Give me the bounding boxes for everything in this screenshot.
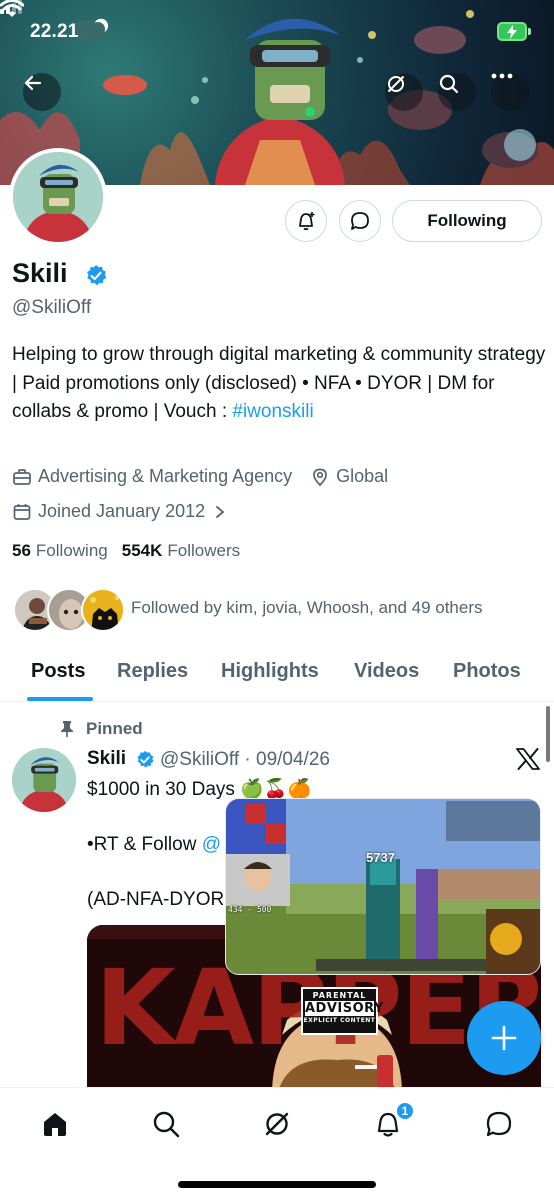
status-bar: 22.21 <box>0 0 554 62</box>
notification-badge: 1 <box>395 1101 415 1121</box>
profile-meta-row: Advertising & Marketing Agency Global <box>12 466 388 487</box>
search-icon <box>153 1111 180 1138</box>
briefcase-icon <box>13 468 31 485</box>
parental-advisory-label: PARENTAL ADVISORY EXPLICIT CONTENT <box>301 987 384 1035</box>
advisory-bottom-text: EXPLICIT CONTENT <box>303 1017 376 1024</box>
advisory-mid-text: ADVISORY <box>305 1001 384 1016</box>
post-handle-date: @SkiliOff · 09/04/26 <box>160 749 330 770</box>
profile-joined: Joined January 2012 <box>38 501 206 521</box>
nav-home[interactable] <box>35 1104 75 1144</box>
joined-row: Joined January 2012 <box>12 501 233 522</box>
verified-badge-icon[interactable] <box>84 264 108 288</box>
profile-category: Advertising & Marketing Agency <box>38 466 293 486</box>
video-score: 434 - 500 <box>228 905 272 914</box>
grok-icon <box>265 1112 289 1136</box>
message-button[interactable] <box>339 200 381 242</box>
pin-icon <box>61 721 73 737</box>
plus-icon <box>491 1025 517 1051</box>
following-count: 56 <box>12 541 31 560</box>
tab-photos[interactable]: Photos <box>453 660 521 683</box>
slash-circle-icon <box>388 76 404 92</box>
follow-stats: 56 Following 554K Followers <box>12 541 240 561</box>
video-counter: 5737 <box>366 850 395 865</box>
profile-tabs: Posts Replies Highlights Videos Photos <box>0 652 554 702</box>
profile-avatar[interactable] <box>9 148 107 246</box>
compose-post-button[interactable] <box>467 1001 541 1075</box>
post-author-avatar[interactable] <box>12 748 76 812</box>
profile-location: Global <box>336 466 389 486</box>
grok-button[interactable] <box>385 73 423 111</box>
messages-icon <box>486 1111 512 1137</box>
x-logo-icon[interactable] <box>516 748 540 770</box>
advisory-top-text: PARENTAL <box>312 991 367 1000</box>
calendar-icon <box>13 503 31 520</box>
battery-nub <box>528 28 531 35</box>
tab-highlights[interactable]: Highlights <box>221 660 319 683</box>
active-tab-indicator <box>27 697 93 701</box>
bio-hashtag[interactable]: #iwonskili <box>232 401 313 422</box>
following-label: Following <box>35 541 108 560</box>
back-button[interactable] <box>23 73 61 111</box>
post-line-2-text: •RT & Follow <box>87 834 202 855</box>
moon-icon <box>89 20 107 38</box>
home-icon <box>44 1113 66 1136</box>
post-mention[interactable]: @ <box>202 834 221 855</box>
tab-videos[interactable]: Videos <box>354 660 419 683</box>
follower-avatar-whoosh <box>81 588 125 632</box>
followed-by-avatars[interactable] <box>13 588 125 634</box>
followed-by-text[interactable]: Followed by kim, jovia, Whoosh, and 49 o… <box>131 598 483 618</box>
search-icon <box>439 74 459 94</box>
battery-icon <box>497 22 527 41</box>
display-name: Skili <box>12 258 68 288</box>
status-time: 22.21 <box>30 21 79 42</box>
profile-handle: @SkiliOff <box>12 297 92 318</box>
nav-explore[interactable] <box>146 1104 186 1144</box>
bottom-navigation: 1 <box>0 1087 554 1199</box>
followers-label: Followers <box>167 541 241 560</box>
avatar-image <box>13 152 103 242</box>
picture-in-picture-video[interactable]: 5737 434 - 500 <box>225 798 541 975</box>
scrollbar[interactable] <box>546 706 550 762</box>
post-line-2: •RT & Follow @ <box>87 834 221 856</box>
more-button[interactable] <box>491 73 529 111</box>
search-profile-button[interactable] <box>438 73 476 111</box>
more-icon <box>491 73 513 79</box>
arrow-left-icon <box>24 75 42 91</box>
home-indicator <box>178 1181 376 1188</box>
nav-grok[interactable] <box>257 1104 297 1144</box>
location-pin-icon <box>313 468 327 486</box>
verified-badge-icon <box>137 750 154 768</box>
pinned-indicator: Pinned <box>60 719 143 739</box>
followers-count: 554K <box>121 541 163 560</box>
pinned-label: Pinned <box>86 719 143 738</box>
chevron-right-icon[interactable] <box>213 505 227 519</box>
following-button[interactable]: Following <box>392 200 542 242</box>
followers-stat[interactable]: 554K Followers <box>122 541 240 561</box>
wifi-icon <box>0 0 24 17</box>
post-line-3: (AD-NFA-DYOR <box>87 889 225 910</box>
post-author-name[interactable]: Skili <box>87 748 126 770</box>
following-stat[interactable]: 56 Following <box>12 541 108 561</box>
chat-bubble-icon <box>351 212 369 230</box>
profile-bio: Helping to grow through digital marketin… <box>12 341 547 427</box>
video-frame <box>226 799 540 974</box>
bell-plus-icon <box>299 212 315 231</box>
tab-posts[interactable]: Posts <box>31 660 85 683</box>
notify-button[interactable] <box>285 200 327 242</box>
tab-replies[interactable]: Replies <box>117 660 188 683</box>
nav-messages[interactable] <box>479 1104 519 1144</box>
